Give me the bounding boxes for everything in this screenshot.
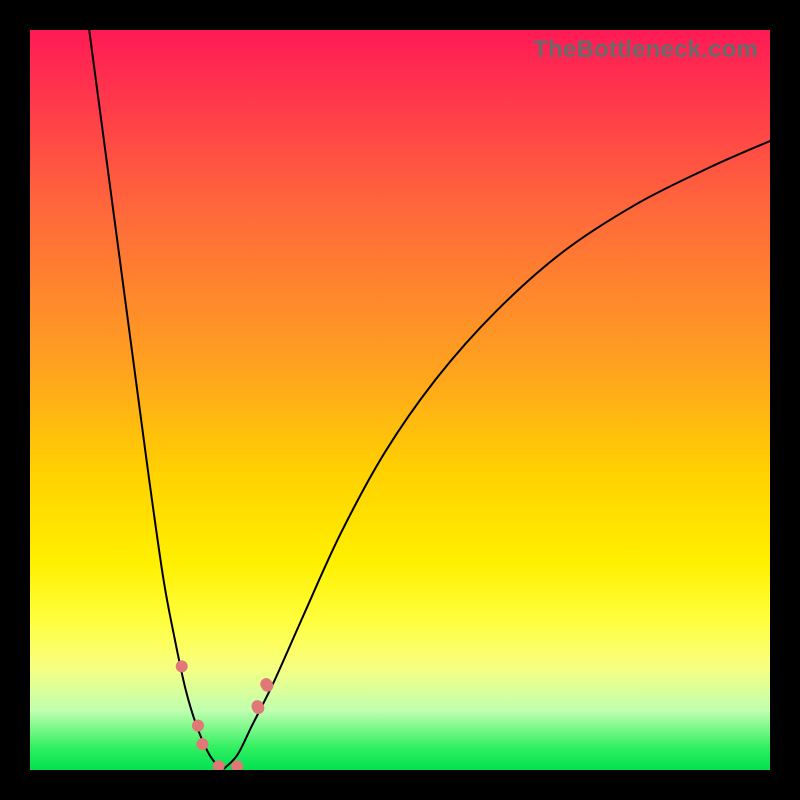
left-curve (89, 30, 222, 770)
curve-layer (30, 30, 770, 770)
marker-group (176, 660, 276, 770)
data-point-marker (192, 720, 204, 732)
data-point-marker (196, 738, 208, 750)
chart-frame: TheBottleneck.com (0, 0, 800, 800)
data-point-marker (258, 676, 276, 694)
data-point-marker (176, 660, 188, 672)
right-curve (222, 141, 770, 770)
plot-area: TheBottleneck.com (30, 30, 770, 770)
